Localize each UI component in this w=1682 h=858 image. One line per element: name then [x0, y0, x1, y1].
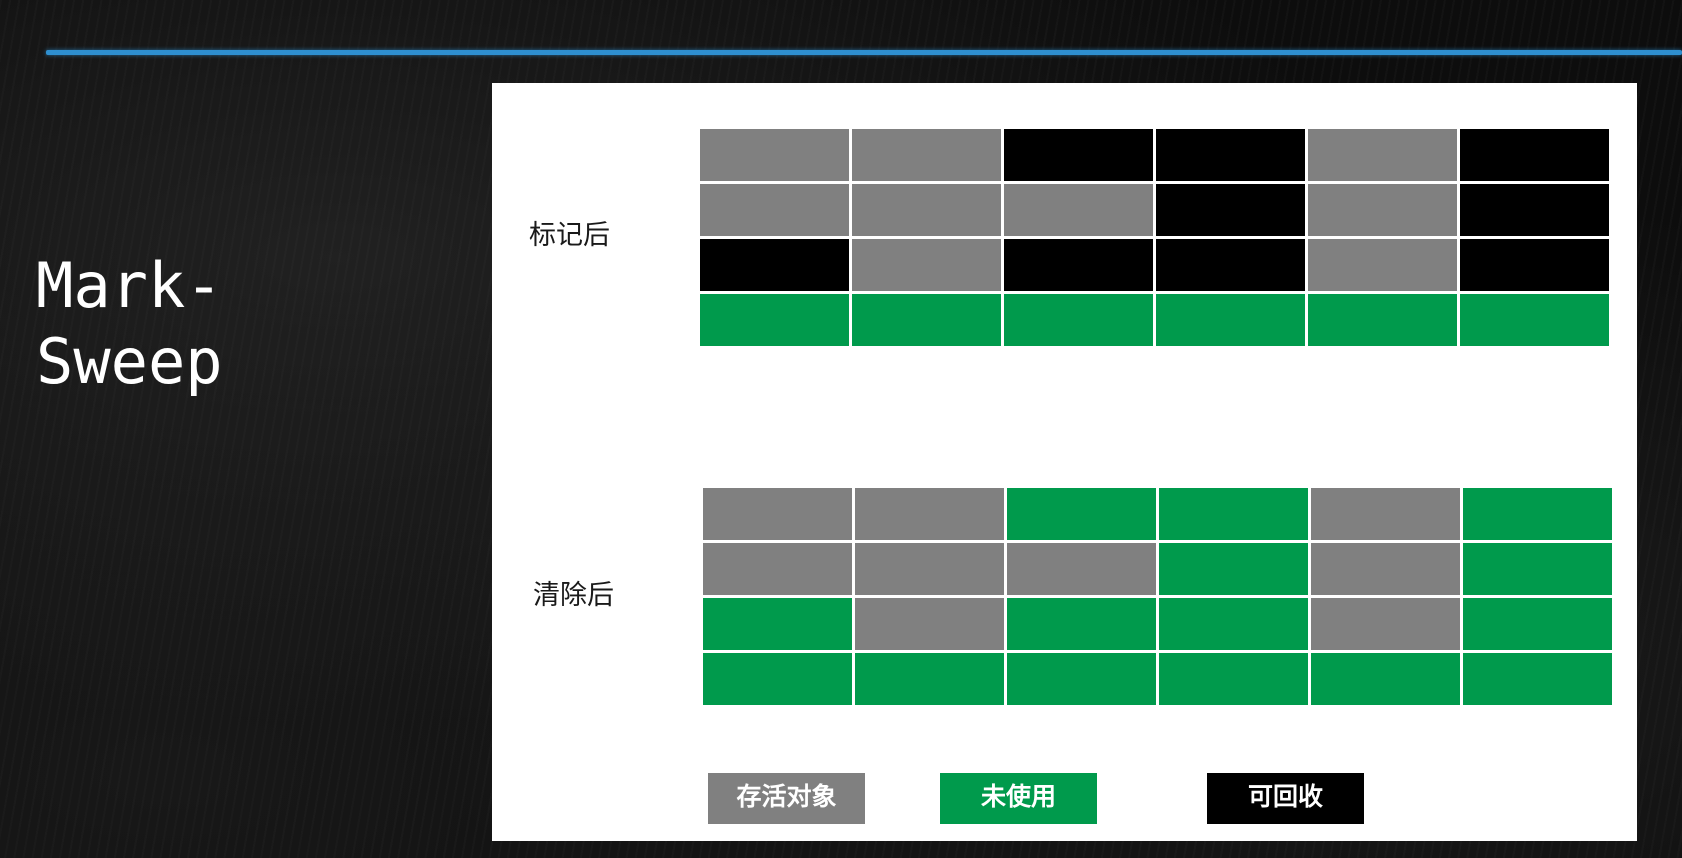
marked-cell-garbage	[700, 239, 849, 291]
swept-cell-live	[703, 488, 852, 540]
swept-cell-free	[1007, 488, 1156, 540]
marked-cell-live	[700, 184, 849, 236]
swept-cell-free	[1159, 653, 1308, 705]
swept-cell-live	[1007, 543, 1156, 595]
marked-cell-live	[1004, 184, 1153, 236]
slide-title-line-2: Sweep	[36, 325, 223, 398]
marked-cell-garbage	[1460, 184, 1609, 236]
swept-cell-live	[703, 543, 852, 595]
marked-memory-grid	[700, 129, 1609, 346]
swept-cell-free	[703, 653, 852, 705]
marked-cell-free	[1460, 294, 1609, 346]
swept-cell-live	[855, 598, 1004, 650]
legend-live: 存活对象	[708, 773, 865, 824]
swept-cell-free	[1463, 543, 1612, 595]
marked-cell-garbage	[1156, 129, 1305, 181]
swept-label: 清除后	[533, 580, 614, 611]
marked-cell-free	[700, 294, 849, 346]
slide-title-line-1: Mark-	[36, 249, 223, 322]
diagram-panel: 标记后 清除后 存活对象 未使用 可回收	[492, 83, 1637, 841]
marked-cell-free	[1308, 294, 1457, 346]
swept-cell-free	[1007, 653, 1156, 705]
swept-cell-free	[703, 598, 852, 650]
slide-title: Mark- Sweep	[36, 248, 223, 400]
swept-cell-free	[1159, 488, 1308, 540]
swept-cell-free	[1159, 598, 1308, 650]
swept-memory-grid	[703, 488, 1612, 705]
marked-cell-garbage	[1156, 184, 1305, 236]
swept-cell-live	[1311, 543, 1460, 595]
legend-free: 未使用	[940, 773, 1097, 824]
marked-label: 标记后	[529, 220, 610, 251]
marked-cell-free	[852, 294, 1001, 346]
header-accent-line	[46, 50, 1682, 55]
swept-cell-live	[1311, 598, 1460, 650]
marked-cell-garbage	[1460, 129, 1609, 181]
marked-cell-garbage	[1460, 239, 1609, 291]
swept-cell-live	[1311, 488, 1460, 540]
swept-cell-live	[855, 488, 1004, 540]
swept-cell-free	[1311, 653, 1460, 705]
marked-cell-live	[852, 129, 1001, 181]
swept-cell-free	[1463, 488, 1612, 540]
marked-cell-live	[1308, 184, 1457, 236]
swept-cell-free	[1007, 598, 1156, 650]
marked-cell-free	[1156, 294, 1305, 346]
marked-cell-live	[852, 239, 1001, 291]
marked-cell-garbage	[1004, 239, 1153, 291]
swept-cell-free	[855, 653, 1004, 705]
marked-cell-live	[1308, 129, 1457, 181]
marked-cell-garbage	[1156, 239, 1305, 291]
marked-cell-free	[1004, 294, 1153, 346]
marked-cell-live	[700, 129, 849, 181]
swept-cell-free	[1463, 653, 1612, 705]
legend-garbage: 可回收	[1207, 773, 1364, 824]
swept-cell-free	[1159, 543, 1308, 595]
marked-cell-live	[852, 184, 1001, 236]
marked-cell-garbage	[1004, 129, 1153, 181]
swept-cell-live	[855, 543, 1004, 595]
swept-cell-free	[1463, 598, 1612, 650]
marked-cell-live	[1308, 239, 1457, 291]
